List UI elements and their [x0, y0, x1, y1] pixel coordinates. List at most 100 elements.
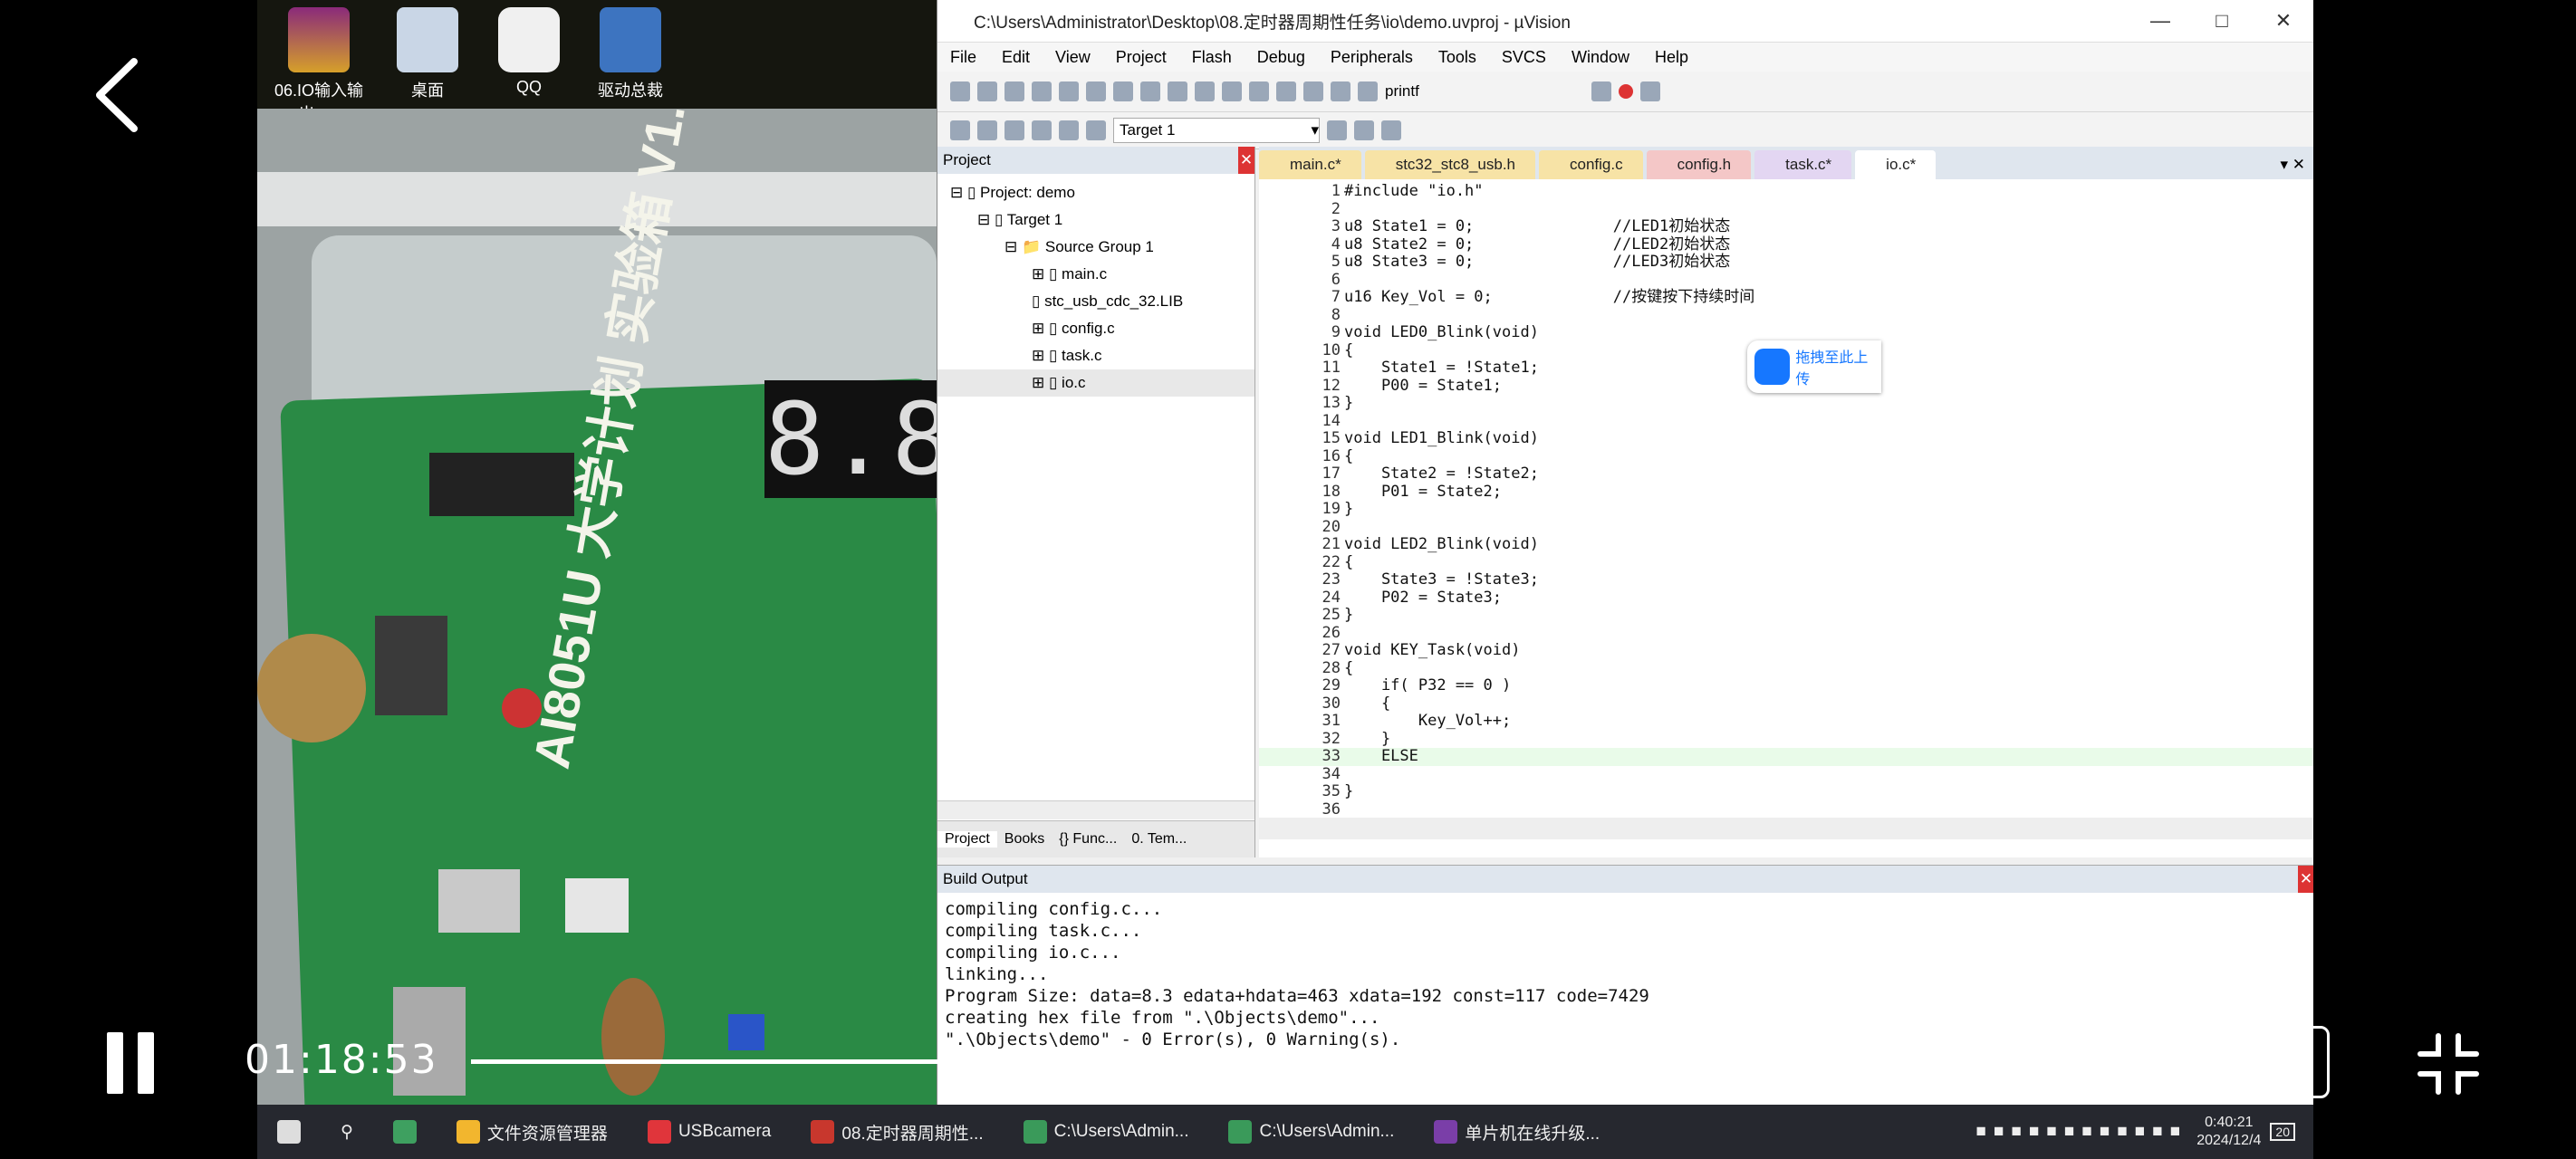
code-line[interactable]: 24 P02 = State3; [1259, 589, 2313, 608]
taskbar-app-green[interactable] [373, 1105, 437, 1159]
copy-icon[interactable] [1086, 81, 1106, 101]
paste-icon[interactable] [1113, 81, 1133, 101]
taskbar-item[interactable]: C:\Users\Admin... [1004, 1105, 1209, 1159]
cut-icon[interactable] [1059, 81, 1079, 101]
close-icon[interactable]: ✕ [1238, 147, 1254, 174]
code-line[interactable]: 6 [1259, 271, 2313, 290]
code-line[interactable]: 5 u8 State3 = 0; //LED3初始状态 [1259, 253, 2313, 272]
minimize-button[interactable]: — [2129, 9, 2191, 33]
tree-item[interactable]: ⊟ 📁 Source Group 1 [937, 234, 1254, 261]
code-line[interactable]: 29 if( P32 == 0 ) [1259, 676, 2313, 695]
menu-flash[interactable]: Flash [1179, 48, 1245, 67]
pause-button[interactable] [103, 1032, 154, 1094]
code-line[interactable]: 9 void LED0_Blink(void) [1259, 323, 2313, 342]
code-line[interactable]: 27 void KEY_Task(void) [1259, 641, 2313, 660]
editor-tab[interactable]: task.c* [1754, 150, 1852, 179]
tab-templates[interactable]: 0. Tem... [1124, 831, 1194, 848]
code-line[interactable]: 28{ [1259, 659, 2313, 678]
bookmark-icon[interactable] [1249, 81, 1269, 101]
code-line[interactable]: 15 void LED1_Blink(void) [1259, 429, 2313, 448]
tree-item[interactable]: ▯ stc_usb_cdc_32.LIB [937, 288, 1254, 315]
search-button[interactable]: ⚲ [321, 1105, 373, 1159]
maximize-button[interactable]: □ [2191, 9, 2253, 33]
find-in-files-icon[interactable] [1358, 81, 1378, 101]
desktop-icon-qq[interactable]: QQ [475, 7, 583, 97]
search-icon[interactable] [1591, 81, 1611, 101]
taskbar-item[interactable]: USBcamera [628, 1105, 791, 1159]
code-line[interactable]: 3 u8 State1 = 0; //LED1初始状态 [1259, 217, 2313, 236]
taskbar-clock[interactable]: 0:40:21 2024/12/4 [2196, 1114, 2261, 1150]
exit-fullscreen-icon[interactable] [2417, 1032, 2480, 1096]
expand-icon[interactable]: ⊟ [977, 211, 995, 228]
open-icon[interactable] [977, 81, 997, 101]
download-icon[interactable] [1032, 120, 1052, 140]
code-line[interactable]: 17 State2 = !State2; [1259, 465, 2313, 484]
code-line[interactable]: 1 #include "io.h" [1259, 182, 2313, 201]
nav-forward-icon[interactable] [1222, 81, 1242, 101]
tree-item[interactable]: ⊞ ▯ config.c [937, 315, 1254, 342]
code-line[interactable]: 22{ [1259, 553, 2313, 572]
unindent-icon[interactable] [1303, 81, 1323, 101]
volume-icon[interactable] [2029, 1032, 2101, 1096]
editor-tab[interactable]: config.h [1646, 150, 1752, 179]
comment-icon[interactable] [1331, 81, 1350, 101]
taskbar-item[interactable]: 08.定时器周期性... [791, 1105, 1003, 1159]
batch-build-icon[interactable] [1086, 120, 1106, 140]
pack-installer-icon[interactable] [1381, 120, 1401, 140]
menu-edit[interactable]: Edit [989, 48, 1043, 67]
code-line[interactable]: 30 { [1259, 694, 2313, 714]
back-arrow-icon[interactable] [91, 54, 145, 136]
code-line[interactable]: 20 [1259, 518, 2313, 537]
code-line[interactable]: 31 Key_Vol++; [1259, 712, 2313, 731]
code-line[interactable]: 26 [1259, 624, 2313, 643]
manage-components-icon[interactable] [1354, 120, 1374, 140]
tree-item[interactable]: ⊟ ▯ Project: demo [937, 179, 1254, 206]
code-line[interactable]: 7 u16 Key_Vol = 0; //按键按下持续时间 [1259, 288, 2313, 307]
taskbar-item[interactable]: 文件资源管理器 [437, 1105, 628, 1159]
seek-thumb[interactable] [1630, 1040, 1673, 1082]
code-line[interactable]: 32 } [1259, 730, 2313, 749]
tab-books[interactable]: Books [997, 831, 1052, 848]
code-line[interactable]: 8 [1259, 306, 2313, 325]
menu-peripherals[interactable]: Peripherals [1318, 48, 1426, 67]
breakpoint-icon[interactable] [1619, 84, 1633, 99]
tray-icons[interactable]: ■■■■■■■■■■■■ [1976, 1122, 2188, 1142]
menu-view[interactable]: View [1043, 48, 1103, 67]
code-line[interactable]: 21 void LED2_Blink(void) [1259, 535, 2313, 554]
code-area[interactable]: 1 #include "io.h" 2 3 u8 State1 = 0; //LED1初… [1259, 182, 2313, 819]
editor-tab[interactable]: main.c* [1259, 150, 1361, 179]
save-icon[interactable] [1004, 81, 1024, 101]
redo-icon[interactable] [1168, 81, 1187, 101]
menu-debug[interactable]: Debug [1245, 48, 1318, 67]
code-line[interactable]: 2 [1259, 200, 2313, 219]
expand-icon[interactable]: ⊞ [1032, 374, 1049, 391]
expand-icon[interactable]: ⊟ [950, 184, 967, 201]
new-file-icon[interactable] [950, 81, 970, 101]
stop-build-icon[interactable] [1059, 120, 1079, 140]
menu-file[interactable]: File [937, 48, 989, 67]
close-button[interactable]: ✕ [2253, 9, 2313, 33]
code-line[interactable]: 35} [1259, 782, 2313, 801]
menu-svcs[interactable]: SVCS [1489, 48, 1559, 67]
tab-project[interactable]: Project [937, 831, 997, 848]
menu-tools[interactable]: Tools [1426, 48, 1489, 67]
save-all-icon[interactable] [1032, 81, 1052, 101]
settings-icon[interactable] [1640, 81, 1660, 101]
tab-functions[interactable]: {} Func... [1052, 831, 1124, 848]
desktop-icon-desktop[interactable]: 桌面 [373, 7, 482, 101]
code-line[interactable]: 19} [1259, 500, 2313, 519]
code-line[interactable]: 16{ [1259, 447, 2313, 466]
desktop-icon-driver[interactable]: 驱动总裁 [576, 7, 685, 101]
indent-icon[interactable] [1276, 81, 1296, 101]
expand-icon[interactable]: ⊞ [1032, 265, 1049, 283]
horizontal-scrollbar[interactable] [937, 800, 1254, 819]
code-line[interactable]: 4 u8 State2 = 0; //LED2初始状态 [1259, 235, 2313, 254]
code-line[interactable]: 18 P01 = State2; [1259, 483, 2313, 502]
tree-item[interactable]: ⊟ ▯ Target 1 [937, 206, 1254, 234]
upload-cloud-hint[interactable]: 拖拽至此上传 [1747, 340, 1881, 393]
menu-window[interactable]: Window [1559, 48, 1642, 67]
code-line[interactable]: 36 [1259, 800, 2313, 819]
tree-item[interactable]: ⊞ ▯ io.c [937, 369, 1254, 397]
editor-horizontal-scrollbar[interactable] [1259, 818, 2313, 839]
editor-tab[interactable]: config.c [1539, 150, 1643, 179]
